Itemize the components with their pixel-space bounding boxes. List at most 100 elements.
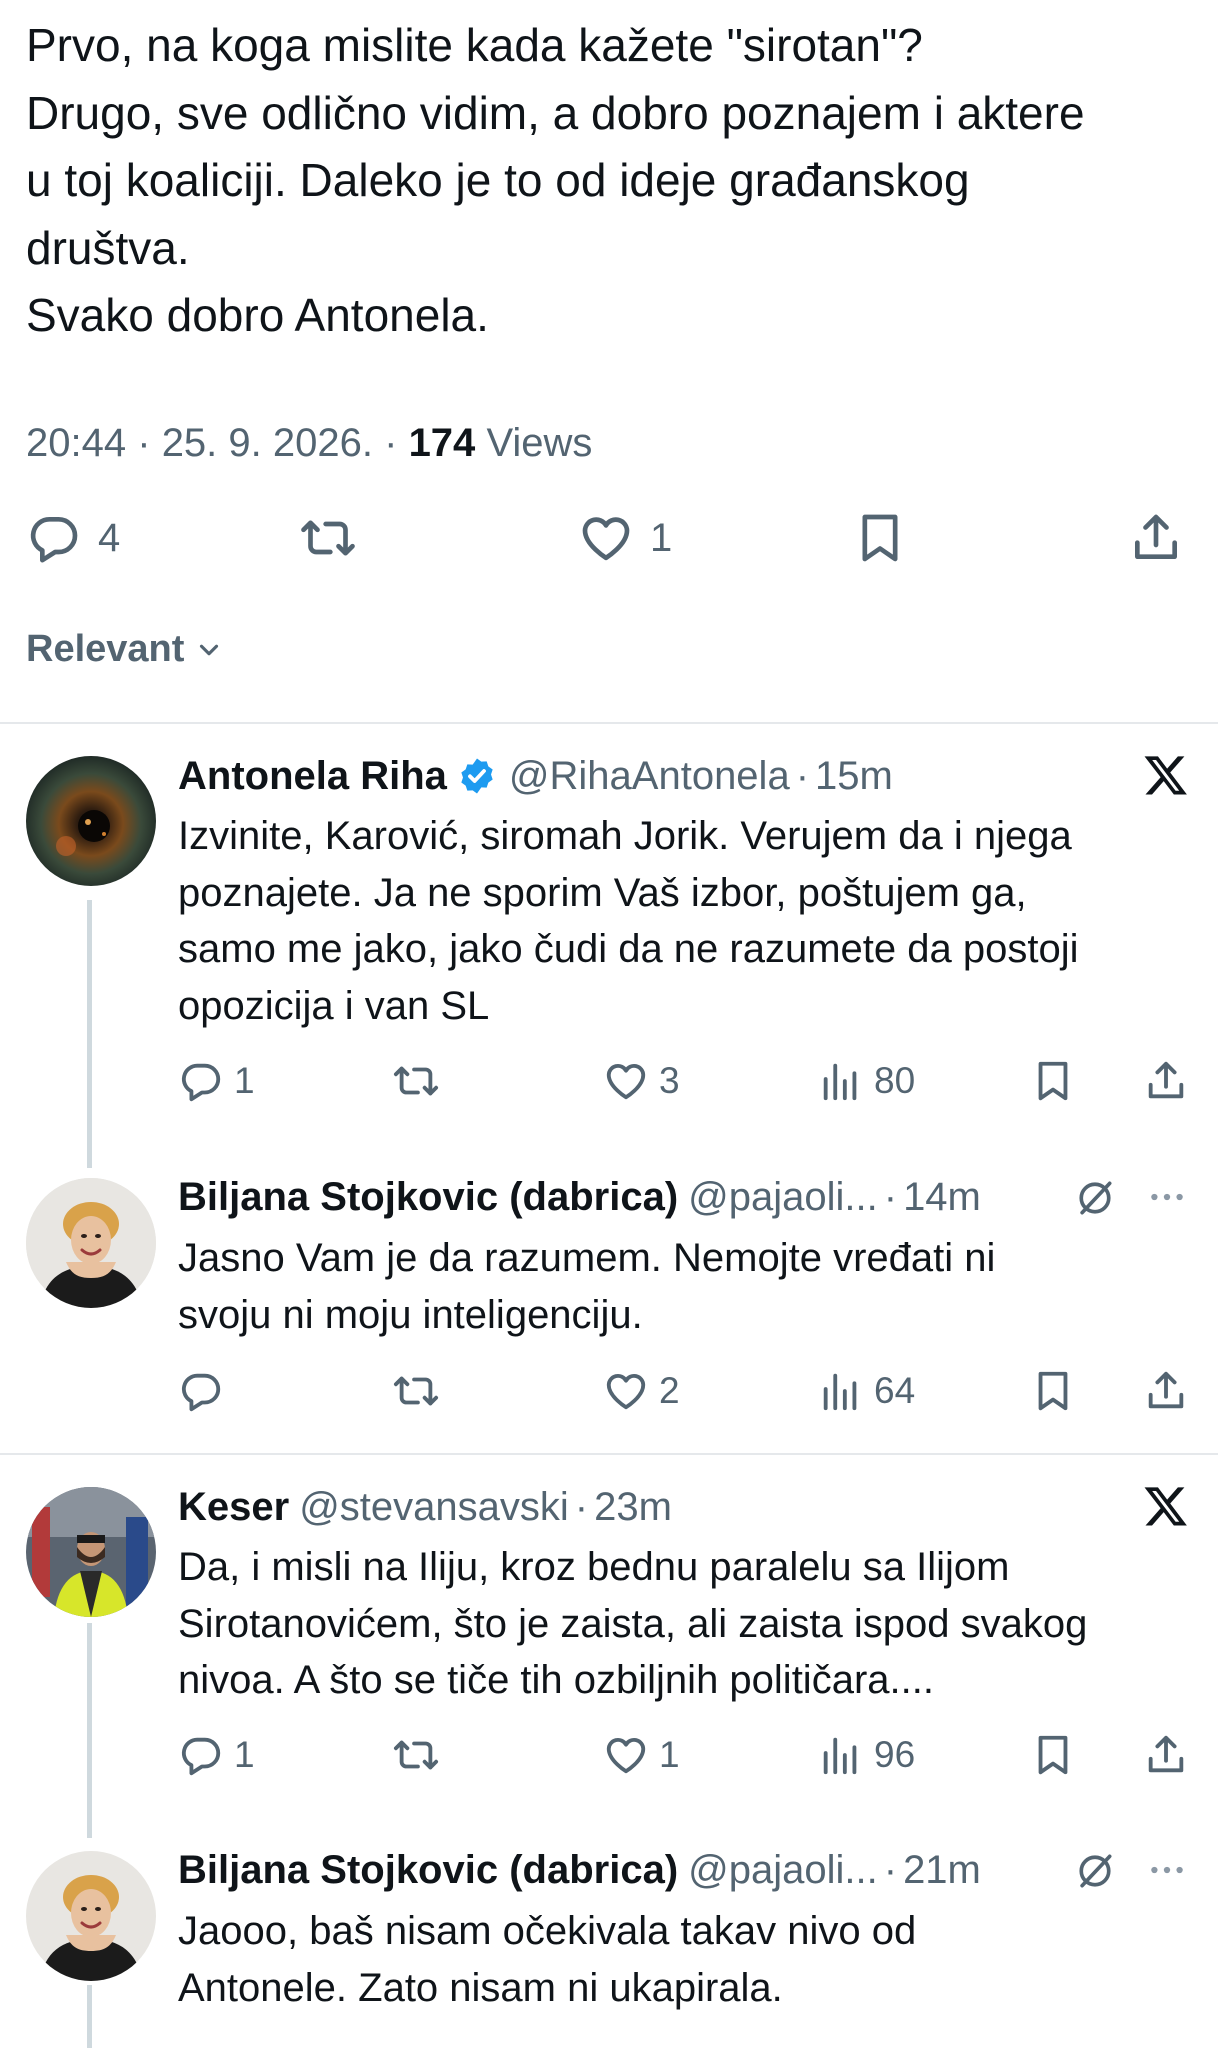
reply-time[interactable]: 14m	[903, 1173, 981, 1221]
separator: ·	[574, 1485, 589, 1529]
display-name[interactable]: Biljana Stojkovic (dabrica)	[178, 1173, 678, 1221]
repost-icon	[393, 1368, 439, 1414]
reply-time[interactable]: 21m	[903, 1846, 981, 1894]
grok-icon[interactable]	[1073, 1176, 1117, 1220]
views-button[interactable]: 64	[818, 1364, 915, 1418]
reply-text: Da, i misli na Iliju, kroz bednu paralel…	[178, 1539, 1087, 1709]
repost-button[interactable]	[393, 1054, 439, 1108]
avatar[interactable]	[26, 1178, 156, 1308]
reply-line: Antonele. Zato nisam ni ukapirala.	[178, 1965, 783, 2010]
heart-icon	[603, 1732, 649, 1778]
bookmark-icon	[852, 510, 908, 566]
reply-icon	[26, 510, 82, 566]
user-handle[interactable]: @RihaAntonela	[509, 752, 790, 800]
reply-line: Da, i misli na Iliju, kroz bednu paralel…	[178, 1545, 1010, 1589]
views-icon	[818, 1732, 864, 1778]
reply-button[interactable]: 1	[178, 1728, 255, 1782]
repost-button[interactable]	[393, 1728, 439, 1782]
more-options-icon[interactable]	[1146, 1849, 1188, 1891]
grok-icon[interactable]	[1073, 1849, 1117, 1893]
avatar[interactable]	[26, 1487, 156, 1617]
user-handle[interactable]: @pajaoli...	[688, 1173, 878, 1221]
reply-time[interactable]: 23m	[594, 1483, 672, 1531]
reply-line: samo me jako, jako čudi da ne razumete d…	[178, 927, 1079, 971]
bookmark-icon	[1030, 1058, 1076, 1104]
tweet-time[interactable]: 20:44	[26, 421, 126, 465]
user-handle[interactable]: @pajaoli...	[688, 1846, 878, 1894]
display-name[interactable]: Biljana Stojkovic (dabrica)	[178, 1846, 678, 1894]
like-button[interactable]: 1	[578, 508, 672, 568]
avatar[interactable]	[26, 1851, 156, 1981]
share-button[interactable]	[1143, 1728, 1189, 1782]
reply-button[interactable]: 1	[178, 1054, 255, 1108]
views-icon	[818, 1368, 864, 1414]
tweet-date[interactable]: 25. 9. 2026.	[162, 421, 373, 465]
reply-header: Biljana Stojkovic (dabrica) @pajaoli... …	[178, 1846, 981, 1894]
view-count: 64	[874, 1370, 916, 1411]
reply-line: Izvinite, Karović, siromah Jorik. Veruje…	[178, 814, 1072, 858]
reply-count: 4	[98, 515, 121, 560]
share-icon	[1143, 1732, 1189, 1778]
bookmark-button[interactable]	[1030, 1364, 1076, 1418]
repost-button[interactable]	[393, 1364, 439, 1418]
reply-header: Keser @stevansavski · 23m	[178, 1483, 672, 1531]
display-name[interactable]: Antonela Riha	[178, 752, 447, 800]
bookmark-button[interactable]	[852, 508, 908, 568]
reply-line: Sirotanovićem, što je zaista, ali zaista…	[178, 1601, 1088, 1646]
share-button[interactable]	[1143, 1364, 1189, 1418]
avatar[interactable]	[26, 756, 156, 886]
bookmark-button[interactable]	[1030, 1054, 1076, 1108]
main-tweet-text: Prvo, na koga mislite kada kažete "sirot…	[26, 12, 1196, 350]
thread-line	[87, 1623, 92, 1838]
divider	[0, 1453, 1218, 1455]
more-options-icon[interactable]	[1146, 1176, 1188, 1218]
bookmark-button[interactable]	[1030, 1728, 1076, 1782]
sort-dropdown[interactable]: Relevant	[26, 628, 224, 671]
divider	[0, 722, 1218, 724]
separator: ·	[883, 1848, 898, 1892]
bookmark-icon	[1030, 1368, 1076, 1414]
reply-line: Jasno Vam je da razumem. Nemojte vređati…	[178, 1236, 996, 1280]
view-count: 96	[874, 1734, 916, 1775]
heart-icon	[603, 1058, 649, 1104]
reply-icon	[178, 1732, 224, 1778]
share-button[interactable]	[1128, 508, 1184, 568]
separator: ·	[137, 421, 151, 465]
reply-count: 1	[234, 1734, 255, 1775]
views-label: Views	[486, 421, 593, 465]
repost-button[interactable]	[300, 508, 356, 568]
chevron-down-icon	[194, 635, 224, 665]
reply-button[interactable]: 4	[26, 508, 120, 568]
user-handle[interactable]: @stevansavski	[299, 1483, 569, 1531]
display-name[interactable]: Keser	[178, 1483, 289, 1531]
views-count: 174	[408, 421, 476, 465]
main-tweet-line: Svako dobro Antonela.	[26, 289, 489, 341]
like-button[interactable]: 2	[603, 1364, 680, 1418]
reply-icon	[178, 1368, 224, 1414]
like-button[interactable]: 1	[603, 1728, 680, 1782]
x-logo-icon	[1143, 1483, 1189, 1529]
reply-text: Jaooo, baš nisam očekivala takav nivo od…	[178, 1903, 916, 2016]
main-tweet-line: u toj koaliciji. Daleko je to od ideje g…	[26, 154, 970, 206]
main-tweet-line: Prvo, na koga mislite kada kažete "sirot…	[26, 19, 923, 71]
reply-text: Jasno Vam je da razumem. Nemojte vređati…	[178, 1230, 995, 1343]
main-tweet-line: društva.	[26, 221, 190, 274]
reply-line: nivoa. A što se tiče tih ozbiljnih polit…	[178, 1658, 934, 1702]
views-button[interactable]: 96	[818, 1728, 915, 1782]
like-button[interactable]: 3	[603, 1054, 680, 1108]
reply-icon	[178, 1058, 224, 1104]
reply-line: svoju ni moju inteligenciju.	[178, 1292, 643, 1337]
share-icon	[1143, 1058, 1189, 1104]
bookmark-icon	[1030, 1732, 1076, 1778]
repost-icon	[393, 1058, 439, 1104]
like-count: 3	[659, 1060, 680, 1101]
reply-count: 1	[234, 1060, 255, 1101]
reply-header: Biljana Stojkovic (dabrica) @pajaoli... …	[178, 1173, 981, 1221]
like-count: 2	[659, 1370, 680, 1411]
separator: ·	[795, 754, 810, 798]
share-icon	[1143, 1368, 1189, 1414]
share-button[interactable]	[1143, 1054, 1189, 1108]
reply-time[interactable]: 15m	[815, 752, 893, 800]
views-button[interactable]: 80	[818, 1054, 915, 1108]
reply-button[interactable]	[178, 1364, 234, 1418]
